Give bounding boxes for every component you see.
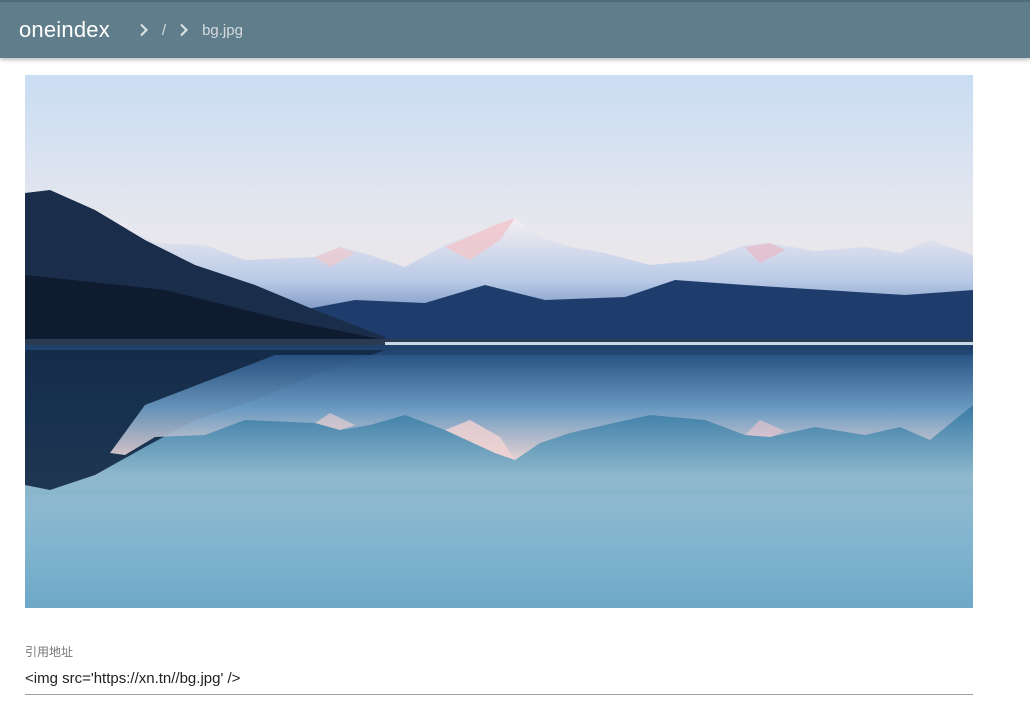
- app-bar: oneindex / bg.jpg: [0, 0, 1030, 58]
- app-title[interactable]: oneindex: [19, 17, 110, 43]
- chevron-right-icon: [134, 20, 154, 40]
- image-preview[interactable]: [25, 75, 973, 608]
- landscape-image: [25, 75, 973, 608]
- embed-label: 引用地址: [25, 645, 74, 659]
- embed-field: 引用地址: [25, 640, 973, 695]
- breadcrumb-root[interactable]: /: [162, 22, 166, 39]
- breadcrumb-current-file[interactable]: bg.jpg: [202, 22, 243, 39]
- chevron-right-icon: [174, 20, 194, 40]
- embed-code-input[interactable]: [25, 670, 973, 695]
